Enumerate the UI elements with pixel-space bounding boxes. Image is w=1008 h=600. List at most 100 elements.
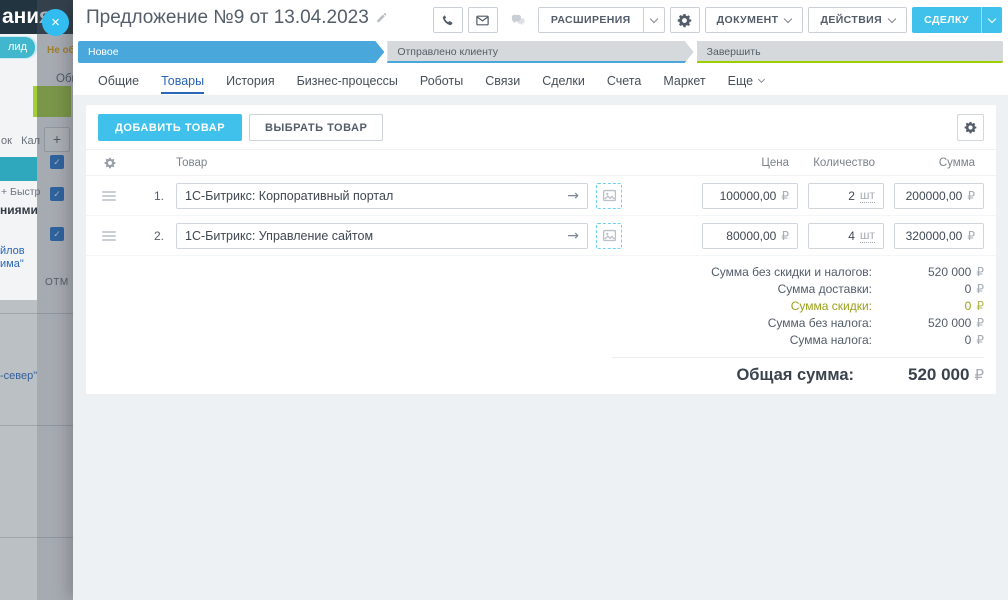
teal-bar bbox=[0, 157, 37, 181]
create-deal-dropdown[interactable] bbox=[981, 7, 1002, 33]
open-catalog-arrow-icon[interactable]: → bbox=[567, 188, 579, 204]
background-link: има" bbox=[0, 258, 24, 270]
price-value: 80000,00 bbox=[726, 229, 776, 243]
currency-sign: ₽ bbox=[781, 229, 789, 243]
total-label: Сумма скидки: bbox=[612, 298, 872, 315]
chevron-down-icon bbox=[888, 14, 896, 22]
quick-action-fragment: + Быстр bbox=[1, 186, 40, 198]
background-link: йлов bbox=[0, 245, 25, 257]
close-button[interactable]: × bbox=[42, 9, 69, 36]
currency-sign: ₽ bbox=[976, 299, 984, 313]
document-dropdown-button[interactable]: ДОКУМЕНТ bbox=[705, 7, 804, 33]
tab-products[interactable]: Товары bbox=[161, 65, 204, 94]
sum-input[interactable]: 320000,00 ₽ bbox=[894, 223, 984, 249]
drag-handle-icon[interactable] bbox=[102, 191, 116, 201]
currency-sign: ₽ bbox=[974, 366, 984, 384]
document-label: ДОКУМЕНТ bbox=[717, 14, 779, 26]
extensions-dropdown[interactable] bbox=[643, 8, 664, 32]
tab-general[interactable]: Общие bbox=[98, 65, 139, 94]
column-header-sum: Сумма bbox=[894, 157, 984, 169]
total-row: Сумма доставки: 0₽ bbox=[612, 281, 984, 298]
unit-selector[interactable]: шт bbox=[860, 188, 875, 203]
quantity-input[interactable]: 4 шт bbox=[808, 223, 884, 249]
total-row-discount: Сумма скидки: 0 ₽ bbox=[612, 298, 984, 315]
row-number: 1. bbox=[138, 189, 166, 203]
total-value: 0 bbox=[965, 282, 972, 296]
product-name-input[interactable]: 1С-Битрикс: Управление сайтом → bbox=[176, 223, 588, 249]
price-input[interactable]: 100000,00 ₽ bbox=[702, 183, 798, 209]
image-icon bbox=[602, 188, 617, 203]
total-value: 0 bbox=[965, 299, 972, 313]
actions-dropdown-button[interactable]: ДЕЙСТВИЯ bbox=[808, 7, 907, 33]
currency-sign: ₽ bbox=[781, 189, 789, 203]
total-label: Сумма без налога: bbox=[612, 315, 872, 332]
create-deal-label: СДЕЛКУ bbox=[912, 14, 981, 26]
tab-business-processes[interactable]: Бизнес-процессы bbox=[297, 65, 398, 94]
table-settings-button[interactable] bbox=[957, 114, 984, 141]
stage-bar: Новое Отправлено клиенту Завершить bbox=[78, 41, 1003, 63]
currency-sign: ₽ bbox=[976, 333, 984, 347]
total-label: Сумма без скидки и налогов: bbox=[612, 264, 872, 281]
product-row: 1. 1С-Битрикс: Корпоративный портал → 10… bbox=[86, 176, 996, 216]
background-page: ания лид Не об Общ ок Кал + + Быстр ниям… bbox=[0, 0, 73, 600]
quantity-input[interactable]: 2 шт bbox=[808, 183, 884, 209]
stage-finish[interactable]: Завершить bbox=[697, 41, 1003, 63]
grand-total-value: 520 000 bbox=[908, 365, 969, 384]
tab-links[interactable]: Связи bbox=[485, 65, 520, 94]
settings-button[interactable] bbox=[670, 7, 700, 33]
sum-value: 320000,00 bbox=[906, 229, 963, 243]
unit-selector[interactable]: шт bbox=[860, 228, 875, 243]
page-title: Предложение №9 от 13.04.2023 bbox=[86, 7, 369, 29]
sum-value: 200000,00 bbox=[906, 189, 963, 203]
phone-icon bbox=[440, 13, 455, 28]
product-name-value: 1С-Битрикс: Управление сайтом bbox=[185, 229, 373, 243]
image-icon bbox=[602, 228, 617, 243]
grand-total-row: Общая сумма: 520 000₽ bbox=[612, 357, 984, 385]
panel-body: ДОБАВИТЬ ТОВАР ВЫБРАТЬ ТОВАР Товар Цена … bbox=[73, 95, 1008, 600]
product-image-placeholder[interactable] bbox=[596, 183, 622, 209]
total-value: 0 bbox=[965, 333, 972, 347]
column-header-product: Товар bbox=[176, 157, 692, 169]
tab-more[interactable]: Еще bbox=[728, 65, 764, 94]
currency-sign: ₽ bbox=[967, 189, 975, 203]
total-label: Сумма доставки: bbox=[612, 281, 872, 298]
drag-handle-icon[interactable] bbox=[102, 231, 116, 241]
call-button[interactable] bbox=[433, 7, 463, 33]
total-value: 520 000 bbox=[928, 265, 971, 279]
select-product-button[interactable]: ВЫБРАТЬ ТОВАР bbox=[249, 114, 383, 141]
product-name-input[interactable]: 1С-Битрикс: Корпоративный портал → bbox=[176, 183, 588, 209]
product-row: 2. 1С-Битрикс: Управление сайтом → 80000… bbox=[86, 216, 996, 256]
tab-market[interactable]: Маркет bbox=[663, 65, 705, 94]
extensions-split-button[interactable]: РАСШИРЕНИЯ bbox=[538, 7, 665, 33]
edit-title-pencil-icon[interactable] bbox=[376, 12, 388, 24]
tab-deals[interactable]: Сделки bbox=[542, 65, 585, 94]
open-catalog-arrow-icon[interactable]: → bbox=[567, 228, 579, 244]
extensions-label: РАСШИРЕНИЯ bbox=[539, 14, 643, 26]
create-deal-split-button[interactable]: СДЕЛКУ bbox=[912, 7, 1002, 33]
close-icon: × bbox=[51, 14, 60, 31]
stage-sent-to-client[interactable]: Отправлено клиенту bbox=[387, 41, 693, 63]
chevron-down-icon bbox=[784, 14, 792, 22]
price-input[interactable]: 80000,00 ₽ bbox=[702, 223, 798, 249]
column-header-price: Цена bbox=[702, 157, 798, 169]
tab-robots[interactable]: Роботы bbox=[420, 65, 463, 94]
overlay-dim[interactable] bbox=[0, 300, 37, 600]
sum-input[interactable]: 200000,00 ₽ bbox=[894, 183, 984, 209]
tab-invoices[interactable]: Счета bbox=[607, 65, 641, 94]
chat-bubbles-icon bbox=[510, 13, 526, 28]
total-row: Сумма налога: 0₽ bbox=[612, 332, 984, 349]
chevron-down-icon bbox=[758, 76, 765, 83]
header-actions: РАСШИРЕНИЯ ДОКУМЕНТ ДЕЙСТВИЯ СДЕЛКУ bbox=[433, 7, 1002, 33]
currency-sign: ₽ bbox=[976, 316, 984, 330]
add-product-button[interactable]: ДОБАВИТЬ ТОВАР bbox=[98, 114, 242, 141]
column-header-quantity: Количество bbox=[808, 157, 884, 169]
stage-new[interactable]: Новое bbox=[78, 41, 384, 63]
quantity-value: 2 bbox=[848, 189, 855, 203]
chevron-down-icon bbox=[988, 14, 996, 22]
tab-history[interactable]: История bbox=[226, 65, 274, 94]
product-image-placeholder[interactable] bbox=[596, 223, 622, 249]
column-settings-gear-icon[interactable] bbox=[104, 157, 128, 169]
email-button[interactable] bbox=[468, 7, 498, 33]
overlay-dim[interactable] bbox=[37, 0, 73, 600]
totals-block: Сумма без скидки и налогов: 520 000 ₽ Сум… bbox=[612, 264, 984, 385]
